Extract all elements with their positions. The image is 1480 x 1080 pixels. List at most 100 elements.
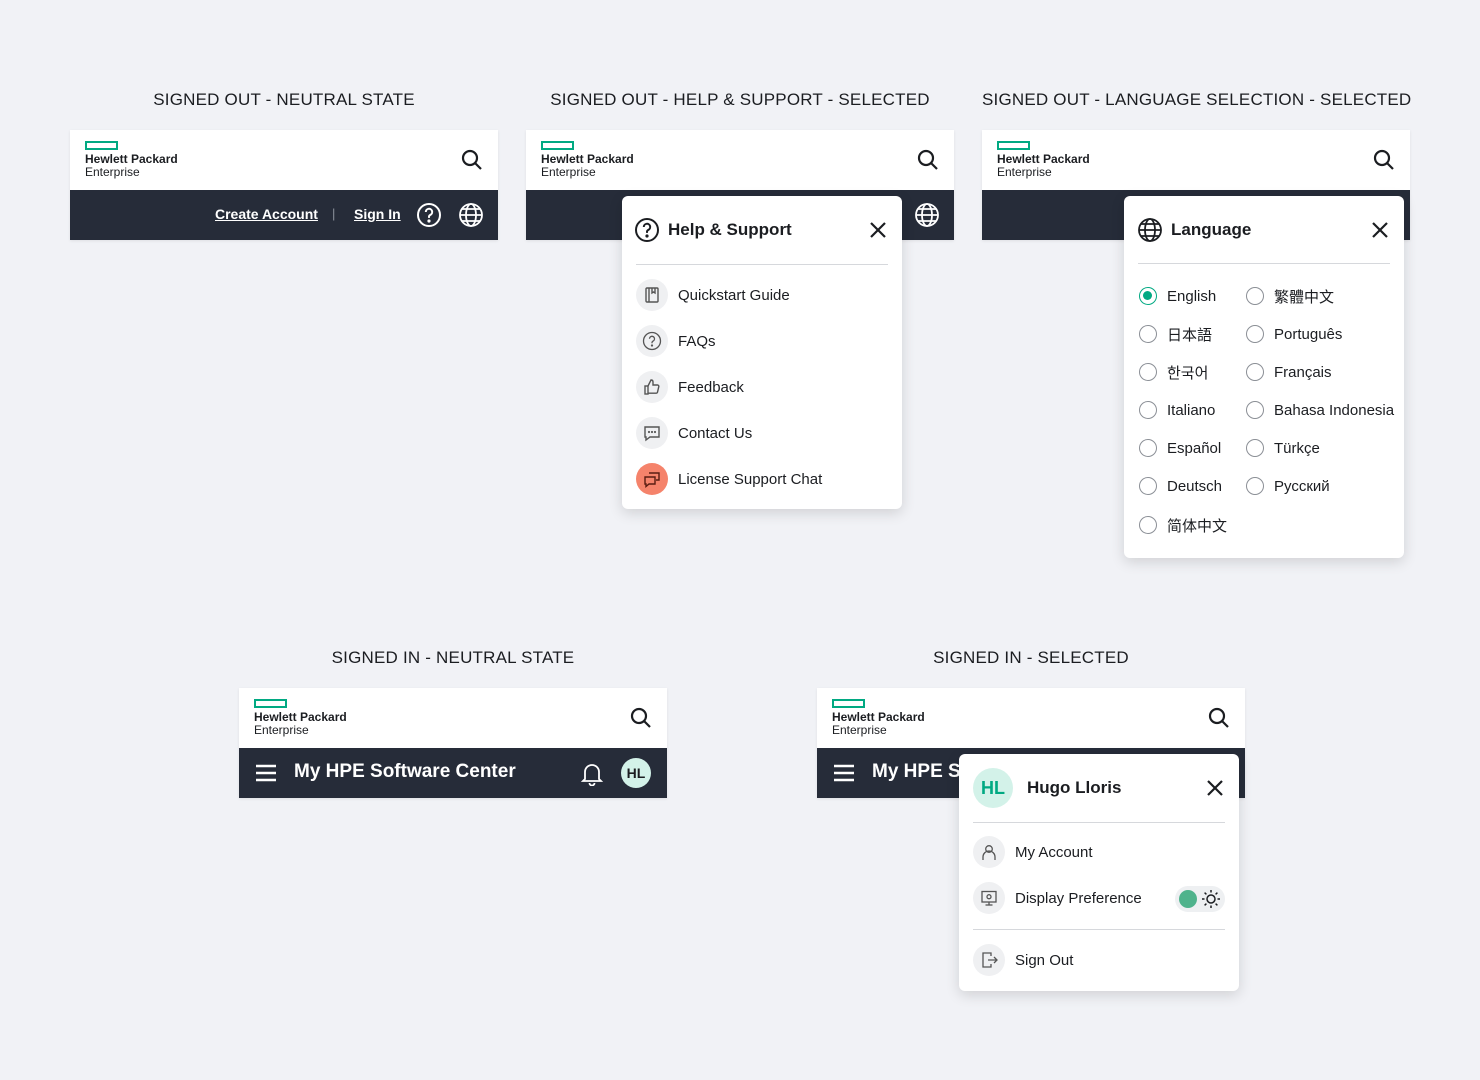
hamburger-menu-icon[interactable] — [255, 763, 277, 783]
radio-button[interactable] — [1139, 516, 1157, 534]
help-panel-divider — [636, 264, 888, 265]
user-panel: HL Hugo Lloris My Account Display Prefer… — [959, 754, 1239, 991]
help-item-contact[interactable]: Contact Us — [636, 417, 752, 449]
help-item-label: Contact Us — [678, 424, 753, 442]
hpe-logo[interactable]: Hewlett Packard Enterprise — [254, 699, 364, 739]
language-option-portuguese[interactable]: Português — [1246, 322, 1342, 346]
globe-icon[interactable] — [914, 202, 940, 228]
language-label: Français — [1274, 363, 1332, 381]
header-signed-in-neutral: Hewlett Packard Enterprise My HPE Softwa… — [239, 688, 667, 798]
help-item-faqs[interactable]: FAQs — [636, 325, 716, 357]
menu-label: Sign Out — [1015, 951, 1074, 969]
create-account-link[interactable]: Create Account — [215, 206, 318, 222]
header-top: Hewlett Packard Enterprise — [982, 130, 1410, 190]
language-label: Русский — [1274, 477, 1330, 495]
header-signed-out-neutral: Hewlett Packard Enterprise Create Accoun… — [70, 130, 498, 240]
radio-button[interactable] — [1246, 287, 1264, 305]
search-icon[interactable] — [1372, 148, 1396, 172]
hpe-logo[interactable]: Hewlett Packard Enterprise — [997, 141, 1107, 181]
header-bar: Create Account | Sign In — [70, 190, 498, 240]
radio-button[interactable] — [1246, 439, 1264, 457]
header-top: Hewlett Packard Enterprise — [817, 688, 1245, 748]
avatar[interactable]: HL — [621, 758, 651, 788]
language-label: Português — [1274, 325, 1343, 343]
language-panel: Language English 繁體中文 日本語 Português 한국어 … — [1124, 196, 1404, 558]
avatar: HL — [973, 768, 1013, 808]
language-label: Deutsch — [1167, 477, 1223, 495]
close-icon[interactable] — [1370, 220, 1390, 240]
language-label: Español — [1167, 439, 1222, 457]
help-item-license-chat[interactable]: License Support Chat — [636, 463, 822, 495]
language-option-german[interactable]: Deutsch — [1139, 474, 1222, 498]
language-option-french[interactable]: Français — [1246, 360, 1332, 384]
language-label: 日本語 — [1167, 326, 1213, 344]
user-name: Hugo Lloris — [1027, 778, 1122, 797]
search-icon[interactable] — [460, 148, 484, 172]
radio-button[interactable] — [1246, 401, 1264, 419]
radio-button[interactable] — [1246, 363, 1264, 381]
language-option-traditional-chinese[interactable]: 繁體中文 — [1246, 284, 1334, 308]
hpe-logo[interactable]: Hewlett Packard Enterprise — [541, 141, 651, 181]
radio-button[interactable] — [1246, 325, 1264, 343]
caption-signed-out-help: SIGNED OUT - HELP & SUPPORT - SELECTED — [550, 90, 930, 109]
search-icon[interactable] — [916, 148, 940, 172]
search-icon[interactable] — [1207, 706, 1231, 730]
globe-icon[interactable] — [458, 202, 484, 228]
hpe-logo[interactable]: Hewlett Packard Enterprise — [85, 141, 195, 181]
display-preference-item[interactable]: Display Preference — [973, 882, 1142, 914]
language-option-spanish[interactable]: Español — [1139, 436, 1221, 460]
language-option-italian[interactable]: Italiano — [1139, 398, 1215, 422]
help-item-label: Feedback — [678, 378, 744, 396]
sign-in-link[interactable]: Sign In — [354, 206, 401, 222]
help-icon[interactable] — [416, 202, 442, 228]
hpe-logo-mark — [997, 141, 1030, 150]
bell-icon[interactable] — [579, 760, 605, 786]
language-label: Bahasa Indonesia — [1274, 401, 1395, 419]
close-icon[interactable] — [1205, 778, 1225, 798]
hpe-logo-mark — [254, 699, 287, 708]
hpe-logo-mark — [541, 141, 574, 150]
language-option-simplified-chinese[interactable]: 简体中文 — [1139, 513, 1227, 537]
app-title[interactable]: My HPE Software Center — [294, 761, 516, 783]
radio-button[interactable] — [1139, 439, 1157, 457]
radio-button[interactable] — [1139, 401, 1157, 419]
caption-signed-in-selected: SIGNED IN - SELECTED — [933, 648, 1129, 667]
radio-button[interactable] — [1139, 287, 1157, 305]
app-title[interactable]: My HPE So — [872, 761, 972, 783]
radio-button[interactable] — [1139, 363, 1157, 381]
language-label: 简体中文 — [1167, 517, 1228, 535]
hpe-logo[interactable]: Hewlett Packard Enterprise — [832, 699, 942, 739]
logo-line-2: Enterprise — [997, 165, 1052, 179]
chat-bubble-icon — [636, 417, 668, 449]
radio-button[interactable] — [1139, 477, 1157, 495]
help-item-quickstart[interactable]: Quickstart Guide — [636, 279, 790, 311]
language-option-russian[interactable]: Русский — [1246, 474, 1330, 498]
toggle-knob — [1179, 890, 1197, 908]
hpe-logo-mark — [832, 699, 865, 708]
language-option-japanese[interactable]: 日本語 — [1139, 322, 1212, 346]
logo-line-2: Enterprise — [85, 165, 140, 179]
language-option-bahasa-indonesia[interactable]: Bahasa Indonesia — [1246, 398, 1394, 422]
my-account-item[interactable]: My Account — [973, 836, 1093, 868]
radio-button[interactable] — [1139, 325, 1157, 343]
close-icon[interactable] — [868, 220, 888, 240]
language-panel-divider — [1138, 263, 1390, 264]
help-item-feedback[interactable]: Feedback — [636, 371, 744, 403]
help-support-panel: Help & Support Quickstart Guide FAQs Fee… — [622, 196, 902, 509]
theme-toggle[interactable] — [1175, 886, 1225, 912]
header-top: Hewlett Packard Enterprise — [70, 130, 498, 190]
hamburger-menu-icon[interactable] — [833, 763, 855, 783]
language-panel-title: Language — [1171, 220, 1252, 239]
menu-label: Display Preference — [1015, 889, 1142, 907]
display-icon — [973, 882, 1005, 914]
radio-button[interactable] — [1246, 477, 1264, 495]
logo-line-2: Enterprise — [541, 165, 596, 179]
language-option-korean[interactable]: 한국어 — [1139, 360, 1208, 384]
language-option-english[interactable]: English — [1139, 284, 1216, 308]
language-label: 繁體中文 — [1274, 288, 1335, 306]
link-separator: | — [332, 206, 336, 221]
search-icon[interactable] — [629, 706, 653, 730]
language-option-turkish[interactable]: Türkçe — [1246, 436, 1320, 460]
thumbs-up-icon — [636, 371, 668, 403]
sign-out-item[interactable]: Sign Out — [973, 944, 1073, 976]
